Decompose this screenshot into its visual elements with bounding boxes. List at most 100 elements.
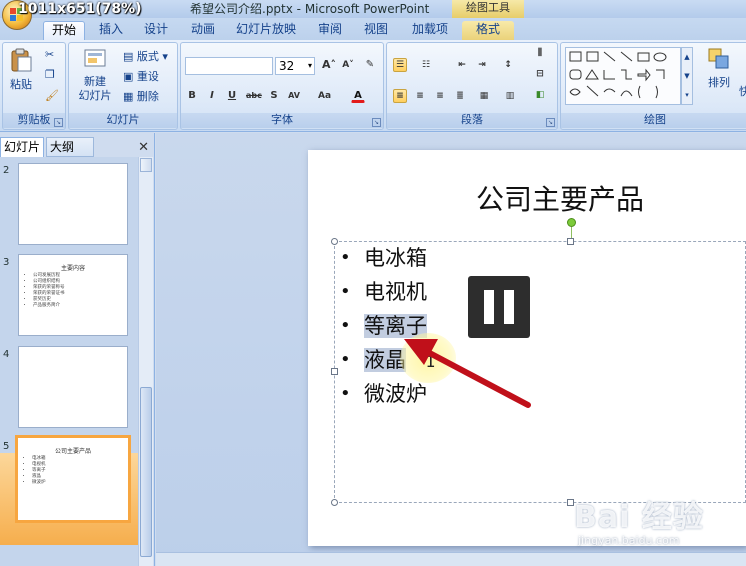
scroll-up-icon[interactable] — [140, 158, 152, 172]
align-right-icon[interactable]: ≡ — [433, 89, 447, 103]
font-size-value: 32 — [279, 59, 295, 73]
thumb-item: 产品服务简介 — [33, 303, 65, 309]
close-icon[interactable]: ✕ — [138, 140, 149, 155]
watermark-url: jingyan.baidu.com — [578, 534, 680, 547]
scrollbar-thumb[interactable] — [140, 387, 152, 557]
delete-label: 删除 — [136, 90, 159, 103]
change-case-icon[interactable]: Aa — [317, 89, 331, 103]
font-size-box[interactable]: 32 ▾ — [275, 57, 315, 75]
tab-home[interactable]: 开始 — [43, 21, 85, 40]
arrange-text: 排列 — [708, 76, 730, 89]
layout-icon: ▤ — [123, 50, 137, 63]
group-paragraph: ☰ ☷ ⇤ ⇥ ↕ ⫼ ⊟ ◧ ≡ ≡ ≡ ≣ ▦ ▥ 段落 ↘ — [386, 42, 558, 130]
paste-label: 粘贴 — [10, 78, 32, 91]
slide-number: 5 — [3, 441, 10, 452]
thumb-list: 电冰箱 电视机 等离子 液晶 微波炉 — [28, 456, 46, 486]
tab-insert[interactable]: 插入 — [93, 21, 129, 40]
watermark-brand: Bai 经验 — [574, 500, 704, 535]
tab-design[interactable]: 设计 — [138, 21, 174, 40]
decrease-indent-icon[interactable]: ⇤ — [455, 58, 469, 72]
reset-label: 重设 — [136, 70, 159, 83]
thumbnail-list: 2 3 主要内容 公司发展历程 公司组织结构 荣获的荣誉称号 荣获的荣誉证书 获… — [0, 157, 138, 566]
thumb-title: 公司主要产品 — [54, 448, 91, 455]
new-slide-label-1: 新建 — [84, 75, 106, 88]
reset-icon: ▣ — [123, 70, 137, 83]
copy-icon[interactable]: ❐ — [45, 68, 55, 81]
slides-group-label: 幻灯片 — [69, 113, 177, 128]
text-direction-icon[interactable]: ⫼ — [533, 46, 547, 60]
paste-button[interactable]: 粘贴 — [7, 47, 35, 97]
shapes-gallery-icons — [569, 51, 667, 99]
tab-animation[interactable]: 动画 — [185, 21, 221, 40]
new-slide-button[interactable]: 新建 幻灯片 — [73, 47, 117, 103]
arrange-button[interactable]: 排列 — [699, 47, 739, 90]
align-left-icon[interactable]: ≡ — [393, 89, 407, 103]
tab-addins[interactable]: 加载项 — [406, 21, 454, 40]
layout-button[interactable]: ▤ 版式 ▾ — [123, 48, 168, 64]
clipboard-launcher-icon[interactable]: ↘ — [54, 118, 63, 127]
slide-thumbnail-2[interactable] — [18, 163, 128, 245]
tab-review[interactable]: 审阅 — [312, 21, 348, 40]
clear-format-icon[interactable]: ✎ — [363, 58, 377, 72]
numbering-icon[interactable]: ☷ — [419, 58, 433, 72]
tab-slideshow[interactable]: 幻灯片放映 — [232, 21, 300, 40]
slide-number: 2 — [3, 165, 10, 176]
arrange-icon — [708, 48, 729, 69]
drawing-group-label: 绘图 — [561, 113, 746, 128]
delete-button[interactable]: ▦ 删除 — [123, 88, 159, 104]
shadow-icon[interactable]: S — [267, 89, 281, 103]
tab-view[interactable]: 视图 — [358, 21, 394, 40]
smartart-icon[interactable]: ◧ — [533, 88, 547, 102]
char-spacing-icon[interactable]: AV — [287, 89, 301, 103]
tab-slides[interactable]: 幻灯片 — [0, 137, 44, 157]
underline-icon[interactable]: U — [225, 89, 239, 103]
align-center-icon[interactable]: ≡ — [413, 89, 427, 103]
paragraph-launcher-icon[interactable]: ↘ — [546, 118, 555, 127]
arrange-label: 排列 — [699, 74, 739, 90]
quick-styles-label[interactable]: 快 — [739, 83, 746, 99]
ribbon: 粘贴 ✂ ❐ 🖌 剪贴板 ↘ 新建 幻灯片 ▤ 版式 ▾ ▣ 重设 ▦ 删除 幻… — [0, 40, 746, 132]
slide-number: 3 — [3, 257, 10, 268]
slide-thumbnail-3[interactable]: 主要内容 公司发展历程 公司组织结构 荣获的荣誉称号 荣获的荣誉证书 获奖历史 … — [18, 254, 128, 336]
reset-button[interactable]: ▣ 重设 — [123, 68, 159, 84]
shapes-scroll[interactable]: ▲ ▼ ▾ — [681, 47, 693, 105]
ribbon-tabs: 开始 插入 设计 动画 幻灯片放映 审阅 视图 加载项 格式 — [0, 18, 746, 40]
strikethrough-icon[interactable]: abc — [245, 89, 262, 103]
bullets-icon[interactable]: ☰ — [393, 58, 407, 72]
bold-icon[interactable]: B — [185, 89, 199, 103]
slide-thumbnail-4[interactable] — [18, 346, 128, 428]
new-slide-icon — [84, 49, 106, 67]
font-name-box[interactable] — [185, 57, 273, 75]
thumbnail-scrollbar[interactable] — [138, 157, 153, 566]
slide-thumbnail-5[interactable]: 公司主要产品 电冰箱 电视机 等离子 液晶 微波炉 — [15, 435, 131, 523]
group-drawing: ▲ ▼ ▾ 排列 快 绘图 — [560, 42, 746, 130]
group-clipboard: 粘贴 ✂ ❐ 🖌 剪贴板 ↘ — [2, 42, 66, 130]
shapes-gallery[interactable] — [565, 47, 681, 105]
panel-tabs: 幻灯片 大纲 ✕ — [0, 137, 155, 157]
font-launcher-icon[interactable]: ↘ — [372, 118, 381, 127]
line-spacing-icon[interactable]: ↕ — [501, 58, 515, 72]
grow-font-icon[interactable]: A˄ — [321, 58, 336, 72]
columns-icon[interactable]: ▥ — [503, 89, 517, 103]
slide-number: 4 — [3, 349, 10, 360]
thumb-title: 主要内容 — [60, 265, 85, 272]
group-slides: 新建 幻灯片 ▤ 版式 ▾ ▣ 重设 ▦ 删除 幻灯片 — [68, 42, 178, 130]
thumb-list: 公司发展历程 公司组织结构 荣获的荣誉称号 荣获的荣誉证书 获奖历史 产品服务简… — [29, 273, 65, 309]
italic-icon[interactable]: I — [205, 89, 219, 103]
cut-icon[interactable]: ✂ — [45, 48, 54, 61]
context-tool-label: 绘图工具 — [452, 0, 524, 18]
new-slide-label-2: 幻灯片 — [78, 89, 112, 102]
format-painter-icon[interactable]: 🖌 — [45, 89, 59, 102]
distribute-icon[interactable]: ▦ — [477, 89, 491, 103]
align-text-icon[interactable]: ⊟ — [533, 67, 547, 81]
thumb-item: 微波炉 — [32, 480, 46, 486]
paragraph-group-label: 段落 — [387, 113, 557, 128]
group-font: 32 ▾ A˄ A˅ ✎ B I U abc S AV Aa A 字体 ↘ — [180, 42, 384, 130]
shrink-font-icon[interactable]: A˅ — [341, 58, 355, 72]
tab-outline[interactable]: 大纲 — [46, 137, 94, 157]
delete-icon: ▦ — [123, 90, 137, 103]
justify-icon[interactable]: ≣ — [453, 89, 467, 103]
increase-indent-icon[interactable]: ⇥ — [475, 58, 489, 72]
tab-format[interactable]: 格式 — [462, 21, 514, 40]
font-color-icon[interactable]: A — [351, 89, 365, 103]
